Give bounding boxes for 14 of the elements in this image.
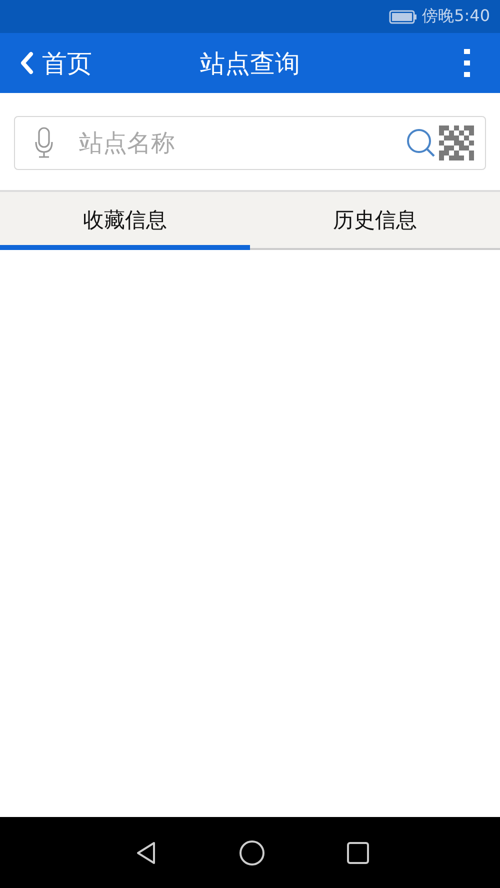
back-button[interactable]: 首页	[20, 46, 92, 80]
microphone-icon	[34, 127, 54, 159]
tab[interactable]: 历史信息	[250, 192, 500, 248]
status-time: 傍晚5:40	[422, 6, 490, 27]
tab[interactable]: 收藏信息	[0, 192, 250, 248]
recent-apps-icon[interactable]	[346, 842, 368, 864]
search-icon[interactable]	[406, 128, 436, 158]
home-icon[interactable]	[238, 840, 264, 866]
battery-icon	[389, 10, 418, 24]
page-title: 站点查询	[200, 48, 300, 78]
back-icon[interactable]	[134, 840, 156, 864]
qr-code-icon[interactable]	[439, 126, 474, 160]
search-field[interactable]: 站点名称	[14, 116, 486, 170]
more-menu-icon[interactable]	[464, 49, 470, 77]
